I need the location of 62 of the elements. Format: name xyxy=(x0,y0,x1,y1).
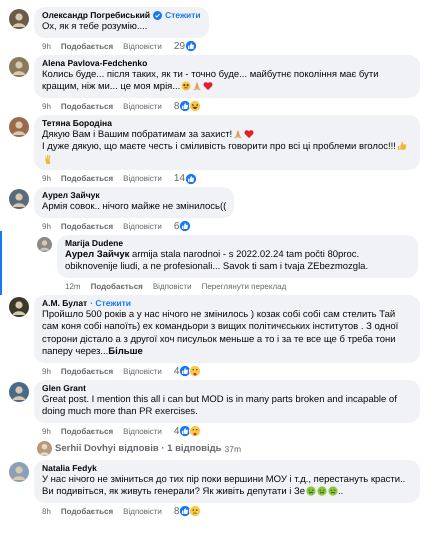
author-name[interactable]: Alena Pavlova-Fedchenko xyxy=(42,58,148,68)
reaction-count: 29 xyxy=(174,40,186,52)
comment-time: 8h xyxy=(42,506,51,516)
comment-time: 9h xyxy=(42,174,51,183)
avatar xyxy=(9,462,29,482)
reply-link[interactable]: Відповісти xyxy=(123,366,162,376)
reaction-count: 8 xyxy=(174,506,180,516)
avatar xyxy=(9,296,29,316)
like-link[interactable]: Подобається xyxy=(60,174,114,183)
like-link[interactable]: Подобається xyxy=(60,102,114,110)
comment-text: У нас нічого не зміниться до тих пір поки вершини МОУ і т.д., перестануть красти.. Ви подивіться, як живуть генерали? Як живіть депутати і Зе .. xyxy=(42,474,406,498)
author-name[interactable]: Glen Grant xyxy=(42,382,86,394)
like-link[interactable]: Подобається xyxy=(60,426,114,436)
like-link[interactable]: Подобається xyxy=(60,42,114,50)
reply-link[interactable]: Відповісти xyxy=(123,426,162,436)
comment-text: Ох, як я тебе розумію.... xyxy=(42,21,148,34)
reply-link[interactable]: Відповісти xyxy=(123,222,162,230)
comment-text: Колись буде... після таких, як ти - точно буде... майбутнє покоління має бути кращим, ніж ми... це моя мрія... xyxy=(42,68,380,94)
comment-time: 9h xyxy=(42,366,51,376)
comment-text: Аурел Зайчук armija stala narodnoi - s 2022.02.24 tam počti 80proc. obiknovenije liudi, a ne profesionali... Savok ti sam i tvaja ZEbezmozgla. xyxy=(65,248,370,274)
avatar xyxy=(9,189,29,209)
reply-link[interactable]: Відповісти xyxy=(123,102,162,110)
like-link[interactable]: Подобається xyxy=(90,282,143,290)
author-name[interactable]: Natalia Fedyk xyxy=(42,462,97,474)
comment-text: Пройшло 500 років а у нас нічого не змінилось ) козак собі собі сам стелить Тай сам коня собі напоїть) ех командьори з вищих політичєських інститутов . З одної сторони дістало а з другої хоч писульок меньше а то і за те все ще б треба тони паперу через...Більше xyxy=(42,308,400,358)
comment-text: Great post. I mention this all i can but MOD is in many parts broken and incapable of doing much more than PR exercises. xyxy=(42,394,398,418)
author-name[interactable]: А.М. Булат xyxy=(42,298,88,308)
like-link[interactable]: Подобається xyxy=(60,222,114,230)
avatar xyxy=(9,382,29,402)
reply-link[interactable]: Відповісти xyxy=(123,42,162,50)
reaction-count: 4 xyxy=(174,366,180,376)
avatar xyxy=(9,9,29,29)
comment-time: 12m xyxy=(65,282,81,290)
translate-link[interactable]: Переглянути переклад xyxy=(202,282,286,290)
author-name[interactable]: Олександр Погребиський xyxy=(42,10,150,21)
comment-time: 9h xyxy=(42,222,51,230)
like-link[interactable]: Подобається xyxy=(60,506,114,516)
avatar xyxy=(37,236,52,252)
comment-time: 9h xyxy=(42,102,51,110)
replies-link[interactable]: Serhii Dovhyi відповів · 1 відповідь xyxy=(55,443,222,454)
avatar xyxy=(9,116,29,136)
reply-time: 37m xyxy=(224,444,242,454)
reaction-count: 4 xyxy=(174,426,180,436)
author-name[interactable]: Тетяна Бородіна xyxy=(42,118,112,128)
reply-link[interactable]: Відповісти xyxy=(152,282,192,290)
reaction-count: 8 xyxy=(174,100,180,112)
like-link[interactable]: Подобається xyxy=(60,366,114,376)
author-name[interactable]: Marija Dudene xyxy=(65,238,124,248)
avatar xyxy=(9,56,29,76)
reaction-count: 6 xyxy=(174,220,180,232)
avatar xyxy=(37,441,52,456)
comment-time: 9h xyxy=(42,426,51,436)
follow-link[interactable]: Стежити xyxy=(165,10,201,21)
comment-text: Дякую Вам і Вашим побратимам за захист! І дуже дякую, що маєте честь і сміливість говорити про всі ці проблеми вголос!!! xyxy=(42,128,412,166)
more-link[interactable]: Більше xyxy=(108,346,143,357)
author-name[interactable]: Аурел Зайчук xyxy=(42,190,100,201)
reply-link[interactable]: Відповісти xyxy=(123,174,162,183)
reply-link[interactable]: Відповісти xyxy=(123,506,162,516)
follow-link[interactable]: · Стежити xyxy=(90,298,131,308)
reaction-count: 14 xyxy=(174,173,186,184)
comment-time: 9h xyxy=(42,42,51,50)
comment-text: Армія совок.. нічого майже не змінилось(( xyxy=(42,201,226,214)
